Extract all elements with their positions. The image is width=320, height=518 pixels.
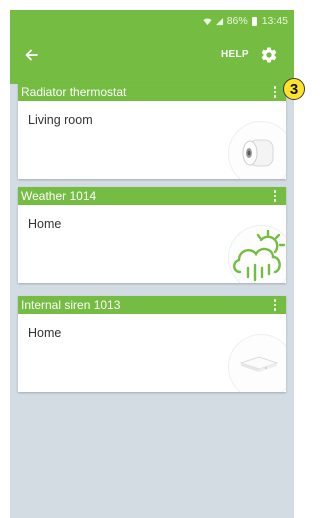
help-button[interactable]: HELP <box>221 49 249 60</box>
device-card[interactable]: Radiator thermostat Living room <box>18 83 286 179</box>
weather-cloud-sun-rain-icon <box>233 230 286 282</box>
device-location: Living room <box>28 113 93 127</box>
app-screen: 86% 13:45 HELP Radiator thermostat Livin… <box>10 10 294 518</box>
internal-siren-image <box>239 356 279 372</box>
back-button[interactable] <box>20 44 42 66</box>
device-title: Radiator thermostat <box>21 85 127 99</box>
wifi-icon <box>203 18 212 25</box>
battery-percentage: 86% <box>226 15 248 27</box>
device-image-container <box>228 225 286 283</box>
device-image-container <box>228 334 286 392</box>
device-card-header: Internal siren 1013 <box>18 296 286 314</box>
battery-icon <box>251 16 257 26</box>
more-vert-icon <box>273 299 277 302</box>
arrow-left-icon <box>25 49 38 61</box>
device-location: Home <box>28 326 62 340</box>
device-title: Weather 1014 <box>21 189 97 203</box>
radiator-thermostat-image <box>242 139 274 167</box>
status-bar: 86% 13:45 <box>10 10 294 32</box>
app-bar: HELP <box>10 32 294 84</box>
gear-icon <box>261 47 277 63</box>
device-location: Home <box>28 217 62 231</box>
device-card[interactable]: Weather 1014 Home <box>18 187 286 283</box>
device-image-container <box>228 121 286 179</box>
more-vert-icon <box>273 190 277 193</box>
settings-button[interactable] <box>260 46 278 64</box>
more-vert-icon <box>273 86 277 89</box>
device-title: Internal siren 1013 <box>21 298 121 312</box>
device-card-header: Weather 1014 <box>18 187 286 205</box>
device-card[interactable]: Internal siren 1013 Home <box>18 296 286 392</box>
annotation-badge: 3 <box>283 78 305 100</box>
device-menu-button[interactable] <box>270 187 280 205</box>
signal-icon <box>215 17 223 25</box>
device-menu-button[interactable] <box>270 296 280 314</box>
clock-time: 13:45 <box>261 15 288 27</box>
device-menu-button[interactable] <box>270 83 280 101</box>
device-card-header: Radiator thermostat <box>18 83 286 101</box>
